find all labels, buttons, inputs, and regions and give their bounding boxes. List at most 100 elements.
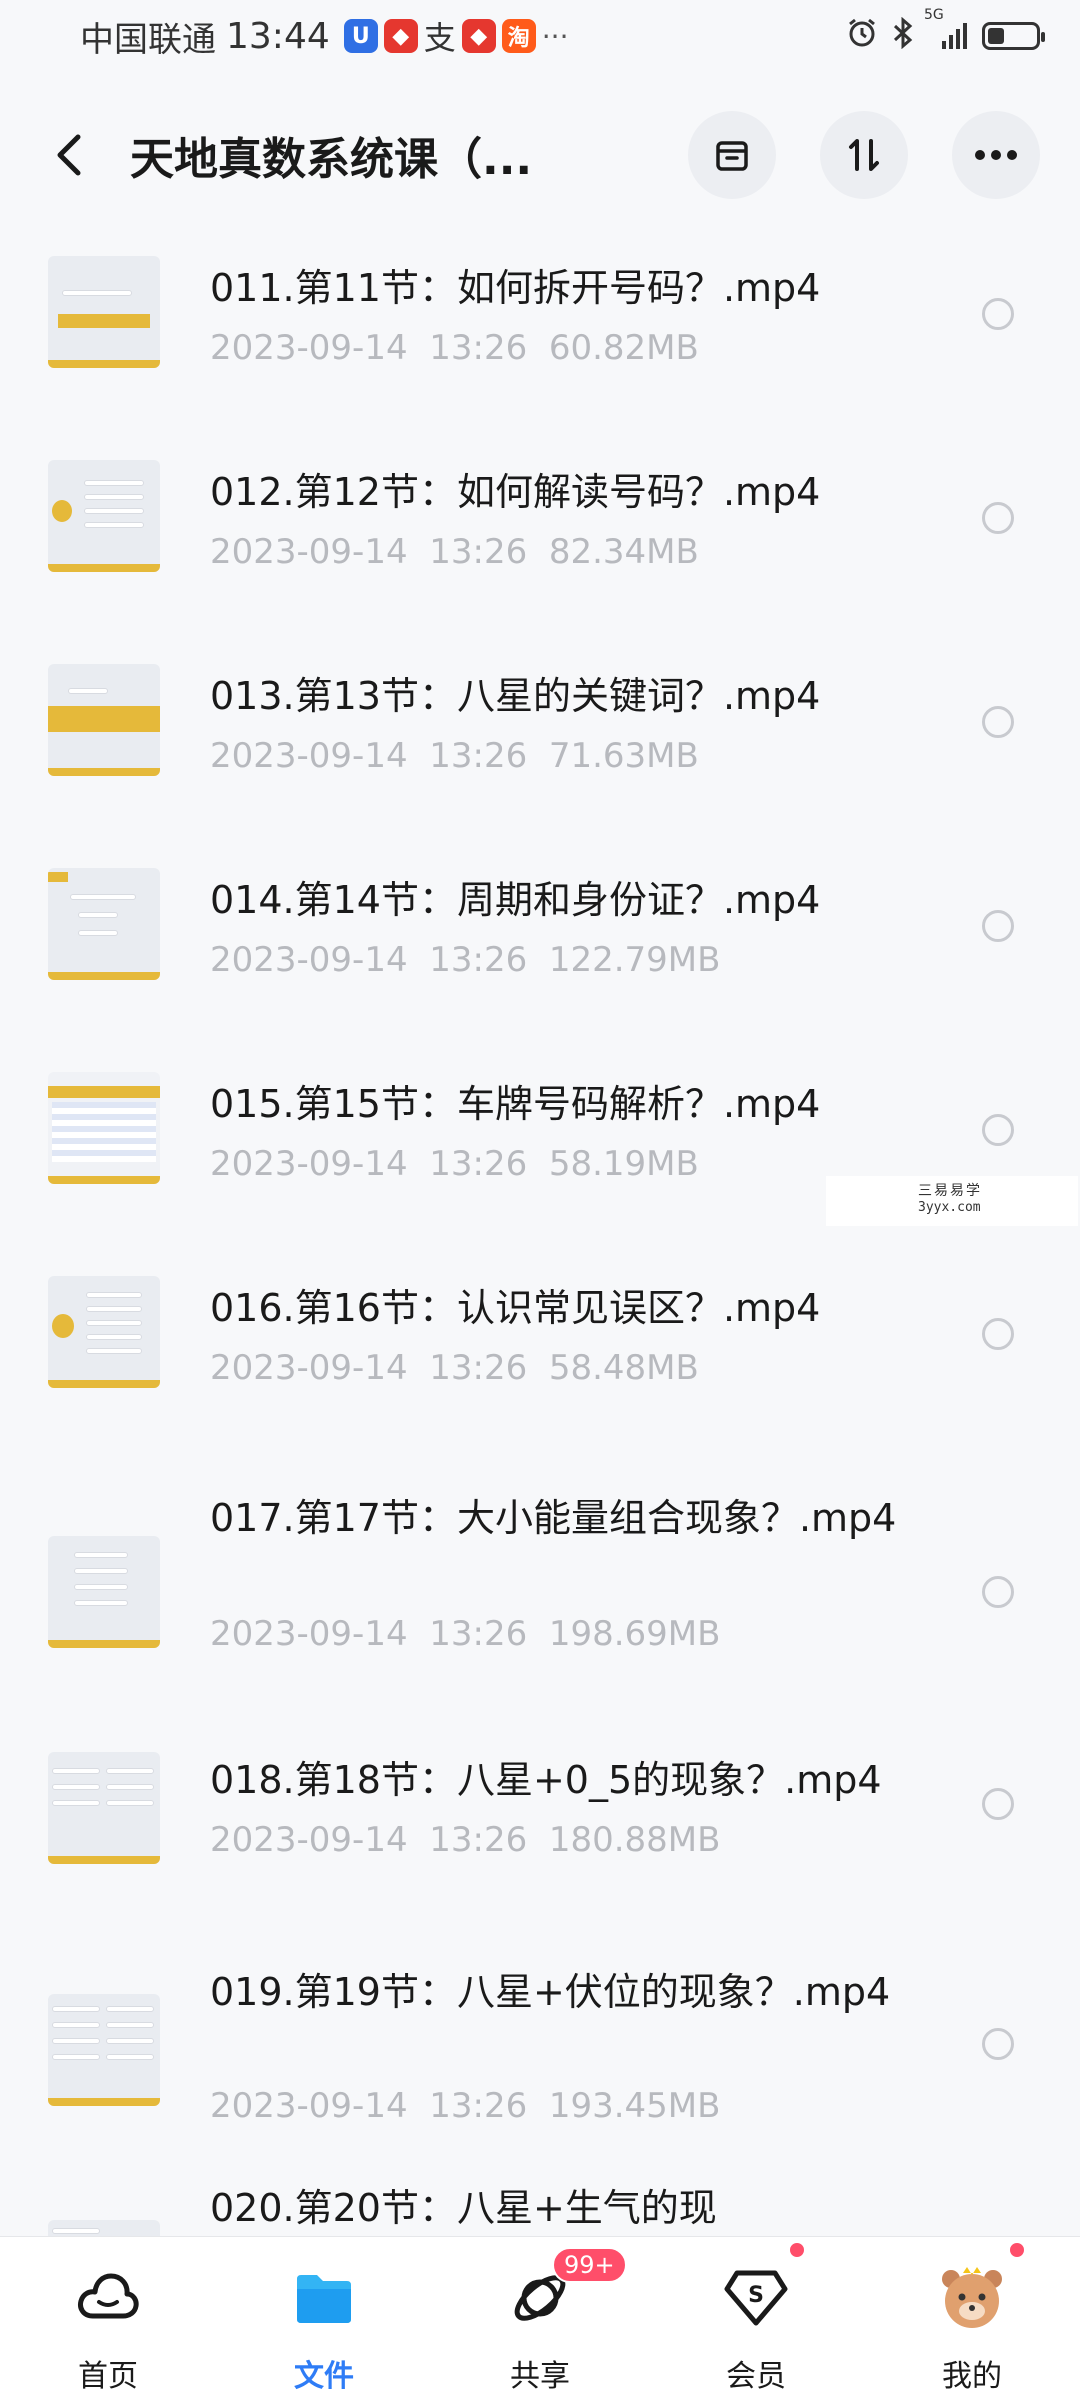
battery-fill — [988, 28, 1004, 44]
archive-button[interactable] — [688, 111, 776, 199]
cloud-icon — [73, 2263, 143, 2333]
file-time: 13:26 — [429, 328, 528, 368]
app-notification-icon: ◆ — [461, 19, 496, 53]
file-row[interactable]: 012.第12节：如何解读号码？.mp4 2023-09-14 13:26 82… — [0, 434, 1080, 634]
nav-label: 会员 — [726, 2359, 786, 2394]
file-row[interactable]: 011.第11节：如何拆开号码？.mp4 2023-09-14 13:26 60… — [0, 230, 1080, 430]
notification-dot — [788, 2241, 806, 2259]
nav-label: 共享 — [510, 2359, 570, 2394]
select-checkbox[interactable] — [982, 502, 1014, 534]
nav-label: 我的 — [942, 2359, 1002, 2394]
file-size: 58.48MB — [548, 1348, 699, 1388]
video-thumbnail — [48, 1752, 160, 1864]
video-thumbnail — [48, 1994, 160, 2106]
file-time: 13:26 — [429, 1614, 528, 1654]
video-thumbnail — [48, 460, 160, 572]
file-meta: 2023-09-14 13:26 58.48MB — [210, 1348, 699, 1388]
nav-vip[interactable]: S 会员 — [648, 2237, 864, 2400]
file-row[interactable]: 020.第20节：八星+生气的现 — [0, 2180, 1080, 2236]
file-name: 016.第16节：认识常见误区？.mp4 — [210, 1286, 821, 1330]
back-button[interactable] — [40, 125, 100, 185]
file-meta: 2023-09-14 13:26 198.69MB — [210, 1614, 720, 1654]
sort-icon — [849, 139, 879, 171]
file-size: 60.82MB — [548, 328, 699, 368]
nav-home[interactable]: 首页 — [0, 2237, 216, 2400]
file-meta: 2023-09-14 13:26 60.82MB — [210, 328, 699, 368]
select-checkbox[interactable] — [982, 1576, 1014, 1608]
file-time: 13:26 — [429, 940, 528, 980]
file-row[interactable]: 017.第17节：大小能量组合现象？.mp4 2023-09-14 13:26 … — [0, 1462, 1080, 1712]
watermark-url: 3yyx.com — [918, 1200, 981, 1215]
file-row[interactable]: 014.第14节：周期和身份证？.mp4 2023-09-14 13:26 12… — [0, 842, 1080, 1042]
file-size: 198.69MB — [548, 1614, 721, 1654]
select-checkbox[interactable] — [982, 2028, 1014, 2060]
file-time: 13:26 — [429, 736, 528, 776]
file-size: 82.34MB — [548, 532, 699, 572]
select-checkbox[interactable] — [982, 1114, 1014, 1146]
file-date: 2023-09-14 — [210, 1614, 408, 1654]
select-checkbox[interactable] — [982, 706, 1014, 738]
file-row[interactable]: 016.第16节：认识常见误区？.mp4 2023-09-14 13:26 58… — [0, 1250, 1080, 1450]
file-date: 2023-09-14 — [210, 940, 408, 980]
file-row[interactable]: 019.第19节：八星+伏位的现象？.mp4 2023-09-14 13:26 … — [0, 1920, 1080, 2180]
status-left: 中国联通 13:44 U ◆ 支 ◆ 淘 ··· — [80, 12, 568, 61]
clock: 13:44 — [226, 15, 330, 57]
carrier-name: 中国联通 — [80, 19, 216, 60]
sort-button[interactable] — [820, 111, 908, 199]
alarm-icon — [846, 17, 878, 55]
video-thumbnail — [48, 1536, 160, 1648]
file-time: 13:26 — [429, 532, 528, 572]
app-notification-icon: 支 — [423, 19, 456, 57]
file-name: 020.第20节：八星+生气的现 — [210, 2186, 717, 2230]
file-row[interactable]: 018.第18节：八星+0_5的现象？.mp4 2023-09-14 13:26… — [0, 1720, 1080, 1920]
watermark-text: 三易易学 — [918, 1183, 982, 1199]
file-meta: 2023-09-14 13:26 122.79MB — [210, 940, 720, 980]
nav-profile[interactable]: 我的 — [864, 2237, 1080, 2400]
file-size: 71.63MB — [548, 736, 699, 776]
signal-icon: 5G — [924, 7, 968, 51]
file-name: 017.第17节：大小能量组合现象？.mp4 — [210, 1496, 897, 1540]
app-notification-icon: U — [343, 19, 378, 53]
file-date: 2023-09-14 — [210, 2086, 408, 2126]
taobao-icon: 淘 — [501, 19, 536, 53]
select-checkbox[interactable] — [982, 910, 1014, 942]
select-checkbox[interactable] — [982, 1318, 1014, 1350]
video-thumbnail — [48, 256, 160, 368]
file-date: 2023-09-14 — [210, 1820, 408, 1860]
battery-icon — [982, 22, 1045, 50]
watermark: 三易易学 3yyx.com — [826, 1176, 1078, 1226]
nav-label: 文件 — [294, 2359, 354, 2394]
share-badge: 99+ — [552, 2247, 627, 2283]
select-checkbox[interactable] — [982, 1788, 1014, 1820]
status-bar: 中国联通 13:44 U ◆ 支 ◆ 淘 ··· 5G — [0, 0, 1080, 72]
file-name: 019.第19节：八星+伏位的现象？.mp4 — [210, 1970, 891, 2014]
avatar-icon — [937, 2263, 1007, 2333]
file-meta: 2023-09-14 13:26 193.45MB — [210, 2086, 720, 2126]
file-date: 2023-09-14 — [210, 328, 408, 368]
file-row[interactable]: 013.第13节：八星的关键词？.mp4 2023-09-14 13:26 71… — [0, 638, 1080, 838]
file-size: 122.79MB — [548, 940, 721, 980]
file-date: 2023-09-14 — [210, 736, 408, 776]
more-icon — [975, 150, 1017, 160]
file-size: 193.45MB — [548, 2086, 721, 2126]
header-actions — [688, 111, 1040, 199]
file-time: 13:26 — [429, 1348, 528, 1388]
status-right: 5G — [846, 7, 1045, 55]
svg-text:S: S — [748, 2283, 764, 2308]
file-time: 13:26 — [429, 1144, 528, 1184]
file-name: 012.第12节：如何解读号码？.mp4 — [210, 470, 821, 514]
nav-files[interactable]: 文件 — [216, 2237, 432, 2400]
video-thumbnail — [48, 868, 160, 980]
more-button[interactable] — [952, 111, 1040, 199]
file-meta: 2023-09-14 13:26 58.19MB — [210, 1144, 699, 1184]
bottom-nav: 首页 文件 99+ 共享 S 会员 我的 — [0, 2236, 1080, 2400]
file-time: 13:26 — [429, 1820, 528, 1860]
app-notification-icon: ◆ — [383, 19, 418, 53]
nav-share[interactable]: 99+ 共享 — [432, 2237, 648, 2400]
file-name: 014.第14节：周期和身份证？.mp4 — [210, 878, 821, 922]
select-checkbox[interactable] — [982, 298, 1014, 330]
file-meta: 2023-09-14 13:26 82.34MB — [210, 532, 699, 572]
video-thumbnail — [48, 1276, 160, 1388]
file-date: 2023-09-14 — [210, 1348, 408, 1388]
network-type: 5G — [924, 7, 944, 23]
